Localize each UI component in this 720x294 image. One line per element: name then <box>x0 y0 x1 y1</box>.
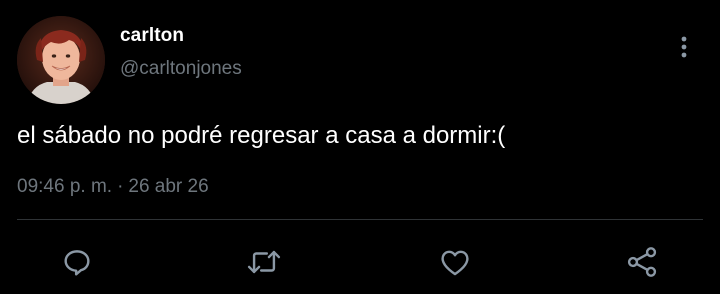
divider <box>17 219 703 220</box>
retweet-icon <box>247 250 281 274</box>
more-vertical-icon <box>681 36 687 58</box>
tweet-time: 09:46 p. m. <box>17 176 113 197</box>
tweet-timestamp[interactable]: 09:46 p. m. · 26 abr 26 <box>17 176 209 198</box>
comment-icon <box>64 250 90 276</box>
retweet-button[interactable] <box>245 243 283 281</box>
share-icon <box>627 247 657 277</box>
author-display-name[interactable]: carlton <box>120 25 184 47</box>
reply-button[interactable] <box>58 243 96 281</box>
heart-icon <box>441 250 469 276</box>
timestamp-separator: · <box>117 176 124 197</box>
more-options-button[interactable] <box>671 32 697 62</box>
share-button[interactable] <box>623 243 661 281</box>
tweet-text: el sábado no podré regresar a casa a dor… <box>17 122 506 149</box>
avatar-image <box>17 16 105 104</box>
tweet-date: 26 abr 26 <box>128 176 209 197</box>
author-handle[interactable]: @carltonjones <box>120 58 242 80</box>
avatar[interactable] <box>17 16 105 104</box>
tweet-card: carlton @carltonjones el sábado no podré… <box>0 0 720 294</box>
like-button[interactable] <box>436 243 474 281</box>
